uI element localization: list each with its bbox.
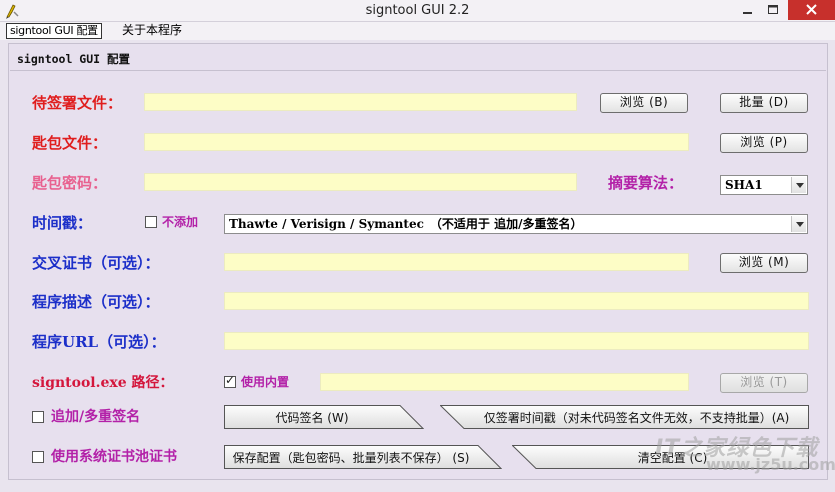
signtool-path-input[interactable] — [320, 373, 689, 391]
description-input[interactable] — [224, 292, 809, 310]
watermark-url: www.jz5u.com — [706, 455, 835, 474]
minimize-button[interactable] — [734, 0, 760, 20]
timestamp-server-value: Thawte / Verisign / Symantec （不适用于 追加/多重… — [229, 217, 583, 231]
append-multi-checkbox[interactable] — [32, 411, 44, 423]
timestamp-only-button[interactable]: 仅签署时间戳（对未代码签名文件无效，不支持批量）(A) — [440, 405, 809, 429]
close-button[interactable] — [788, 0, 835, 20]
signtool-path-label: signtool.exe 路径： — [32, 375, 174, 391]
browse-b-button[interactable]: 浏览 (B) — [600, 93, 688, 113]
builtin-checkbox[interactable] — [224, 373, 236, 388]
menu-about[interactable]: 关于本程序 — [119, 23, 185, 39]
browse-m-button[interactable]: 浏览 (M) — [720, 253, 808, 273]
system-store-checkbox[interactable] — [32, 451, 44, 463]
menu-bar: signtool GUI 配置 关于本程序 — [0, 22, 835, 40]
batch-button[interactable]: 批量 (D) — [720, 93, 808, 113]
description-label: 程序描述（可选）： — [32, 293, 160, 311]
cross-cert-input[interactable] — [224, 253, 689, 271]
digest-algorithm-value: SHA1 — [725, 178, 763, 192]
timestamp-label: 时间戳： — [32, 214, 93, 232]
key-file-label: 匙包文件： — [32, 134, 108, 152]
file-to-sign-label: 待签署文件： — [32, 94, 123, 112]
url-label: 程序URL（可选）： — [32, 333, 166, 351]
cross-cert-label: 交叉证书（可选）： — [32, 254, 160, 272]
menu-config[interactable]: signtool GUI 配置 — [6, 23, 102, 39]
no-timestamp-checkbox[interactable] — [145, 216, 157, 228]
code-sign-label: 代码签名 (W) — [275, 411, 349, 425]
title-bar: signtool GUI 2.2 — [0, 0, 835, 22]
chevron-down-icon[interactable] — [791, 177, 806, 193]
code-sign-button[interactable]: 代码签名 (W) — [224, 405, 424, 429]
system-store-label: 使用系统证书池证书 — [51, 449, 177, 465]
key-password-label: 匙包密码： — [32, 174, 108, 192]
maximize-button[interactable] — [760, 0, 786, 20]
save-config-button[interactable]: 保存配置（匙包密码、批量列表不保存） (S) — [224, 445, 502, 469]
timestamp-only-label: 仅签署时间戳（对未代码签名文件无效，不支持批量）(A) — [483, 411, 790, 425]
digest-algorithm-select[interactable]: SHA1 — [720, 175, 808, 195]
builtin-label: 使用内置 — [241, 375, 290, 389]
browse-t-button[interactable]: 浏览 (T) — [720, 373, 808, 393]
browse-p-button[interactable]: 浏览 (P) — [720, 133, 808, 153]
panel-title: signtool GUI 配置 — [17, 52, 131, 66]
chevron-down-icon[interactable] — [791, 216, 806, 232]
key-password-input[interactable] — [144, 173, 577, 191]
no-timestamp-label: 不添加 — [162, 215, 199, 229]
window-title: signtool GUI 2.2 — [365, 3, 470, 18]
url-input[interactable] — [224, 332, 809, 350]
save-config-label: 保存配置（匙包密码、批量列表不保存） (S) — [232, 451, 470, 465]
timestamp-server-select[interactable]: Thawte / Verisign / Symantec （不适用于 追加/多重… — [224, 214, 808, 234]
append-multi-label: 追加/多重签名 — [51, 409, 141, 425]
key-file-input[interactable] — [144, 133, 689, 151]
digest-algorithm-label: 摘要算法： — [608, 174, 684, 192]
file-to-sign-input[interactable] — [144, 93, 577, 111]
panel-divider — [10, 70, 826, 71]
